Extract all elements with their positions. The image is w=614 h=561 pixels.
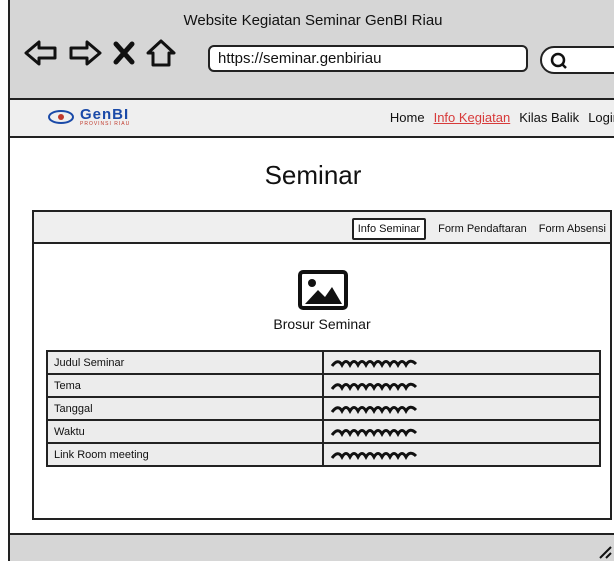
- seminar-info-table: Judul Seminar Tema Tanggal Waktu Link Ro…: [46, 350, 601, 467]
- menu-home[interactable]: Home: [390, 110, 425, 125]
- scribble-text: [330, 382, 418, 391]
- nav-controls: [24, 38, 176, 68]
- image-placeholder-icon: [298, 270, 348, 310]
- status-bar: [8, 533, 614, 561]
- scribble-text: [330, 428, 418, 437]
- row-label: Judul Seminar: [46, 350, 324, 375]
- site-header: GenBI PROVINSI RIAU Home Info Kegiatan K…: [8, 100, 614, 138]
- brochure-caption: Brosur Seminar: [273, 316, 371, 332]
- tab-info-seminar[interactable]: Info Seminar: [351, 218, 427, 240]
- resize-handle-icon[interactable]: [598, 545, 612, 559]
- row-value-placeholder: [322, 373, 601, 398]
- table-row: Tema: [46, 373, 601, 398]
- row-label: Link Room meeting: [46, 442, 324, 467]
- tab-bar: Info Seminar Form Pendaftaran Form Absen…: [34, 212, 610, 244]
- window-title: Website Kegiatan Seminar GenBI Riau: [183, 12, 443, 29]
- table-row: Link Room meeting: [46, 442, 601, 467]
- table-row: Tanggal: [46, 396, 601, 421]
- scribble-text: [330, 359, 418, 368]
- url-bar[interactable]: https://seminar.genbiriau: [208, 45, 528, 72]
- browser-window: Website Kegiatan Seminar GenBI Riau http…: [0, 0, 614, 561]
- table-row: Waktu: [46, 419, 601, 444]
- row-value-placeholder: [322, 419, 601, 444]
- back-arrow-icon[interactable]: [24, 38, 58, 68]
- page-content: Seminar Info Seminar Form Pendaftaran Fo…: [8, 138, 614, 533]
- tab-form-absensi[interactable]: Form Absensi: [539, 223, 606, 235]
- row-label: Tanggal: [46, 396, 324, 421]
- table-row: Judul Seminar: [46, 350, 601, 375]
- scribble-text: [330, 451, 418, 460]
- menu-login[interactable]: Login: [588, 110, 614, 125]
- home-icon[interactable]: [146, 38, 176, 68]
- page-title: Seminar: [264, 160, 362, 190]
- menu-info-kegiatan[interactable]: Info Kegiatan: [434, 110, 511, 125]
- search-icon: [550, 52, 567, 69]
- search-field[interactable]: [540, 46, 614, 74]
- close-icon[interactable]: [112, 40, 136, 66]
- forward-arrow-icon[interactable]: [68, 38, 102, 68]
- scribble-text: [330, 405, 418, 414]
- tab-form-pendaftaran[interactable]: Form Pendaftaran: [438, 223, 527, 235]
- row-value-placeholder: [322, 350, 601, 375]
- main-menu: Home Info Kegiatan Kilas Balik Login: [390, 110, 614, 125]
- logo-text: GenBI: [80, 106, 130, 123]
- row-label: Waktu: [46, 419, 324, 444]
- row-label: Tema: [46, 373, 324, 398]
- menu-kilas-balik[interactable]: Kilas Balik: [519, 110, 579, 125]
- row-value-placeholder: [322, 442, 601, 467]
- row-value-placeholder: [322, 396, 601, 421]
- genbi-logo[interactable]: GenBI PROVINSI RIAU: [48, 107, 130, 127]
- logo-subtext: PROVINSI RIAU: [80, 121, 131, 127]
- genbi-logo-icon: [48, 110, 74, 124]
- seminar-card: Info Seminar Form Pendaftaran Form Absen…: [32, 210, 612, 520]
- browser-chrome: Website Kegiatan Seminar GenBI Riau http…: [8, 0, 614, 100]
